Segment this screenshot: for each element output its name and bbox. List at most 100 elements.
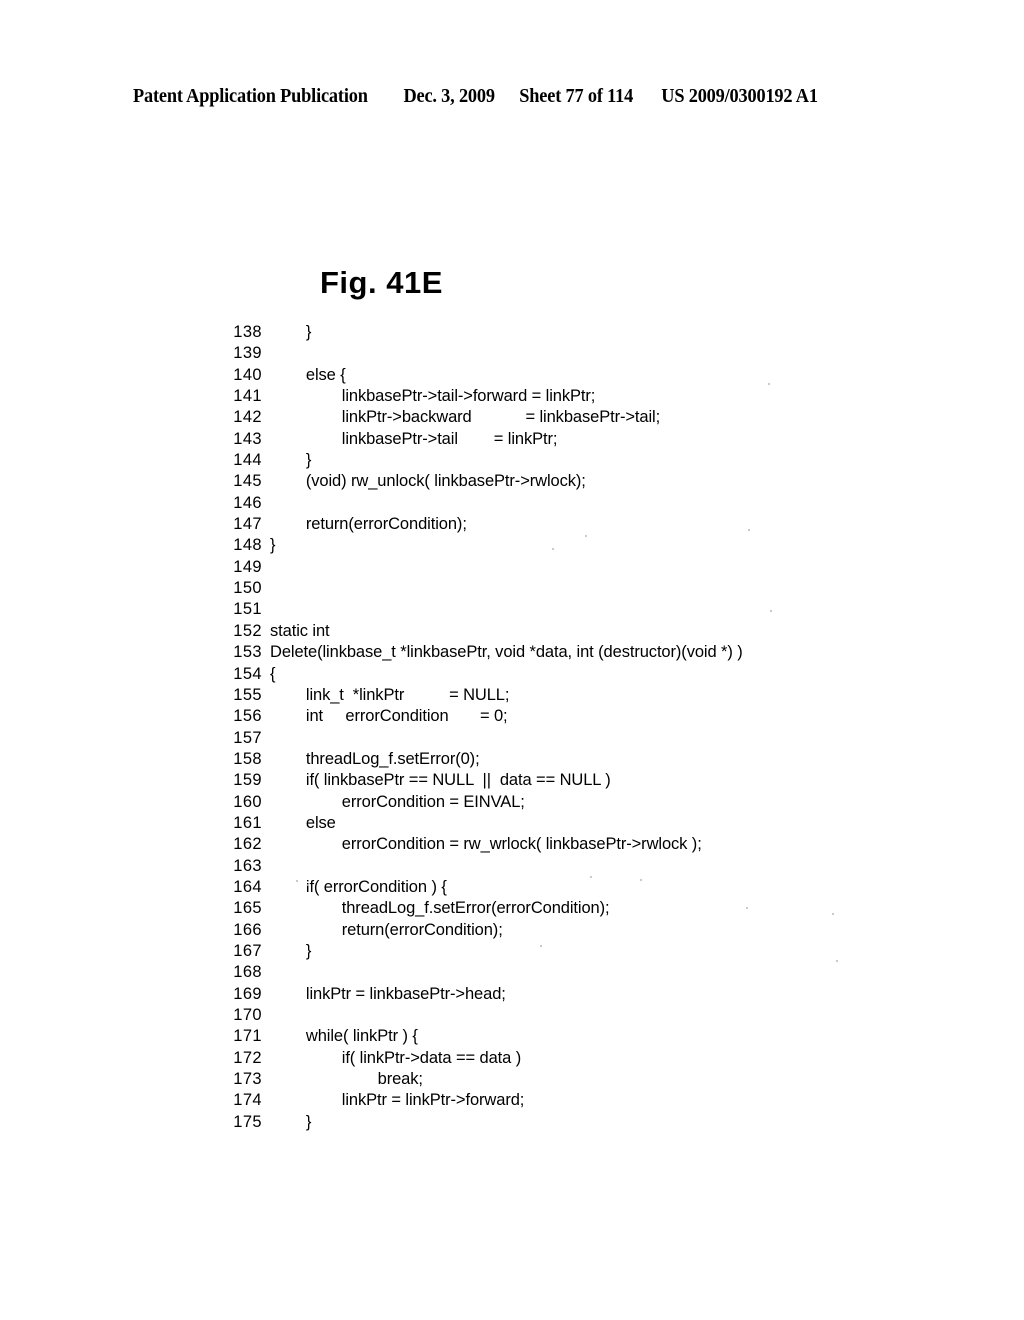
code-line: 144 } [218,450,918,471]
code-line: 138 } [218,322,918,343]
code-line-number: 167 [233,941,262,960]
code-line: 170 [218,1005,918,1026]
scan-speckle [768,383,770,385]
code-line-text: } [270,323,312,341]
code-line-number: 162 [233,835,262,854]
code-line: 157 [218,728,918,749]
code-line: 150 [218,578,918,599]
code-line: 175 } [218,1112,918,1133]
scan-speckle [296,880,298,882]
code-line-number: 164 [233,877,262,896]
code-line-text: return(errorCondition); [270,515,467,534]
scan-speckle [307,884,309,886]
code-line-text: if( linkPtr->data == data ) [270,1048,522,1067]
code-line-text: } [270,941,312,960]
code-line-text: (void) rw_unlock( linkbasePtr->rwlock); [270,472,586,491]
scan-speckle [836,960,838,962]
code-line-number: 156 [233,707,262,726]
code-line: 166 return(errorCondition); [218,920,918,941]
scan-speckle [640,879,642,881]
code-line-text: linkbasePtr->tail->forward = linkPtr; [270,387,596,406]
code-line-number: 142 [233,408,262,427]
code-line-text: if( errorCondition ) { [270,877,447,896]
code-line-number: 170 [233,1006,262,1024]
code-line: 158 threadLog_f.setError(0); [218,749,918,770]
code-line-number: 159 [233,771,262,790]
code-line-number: 171 [233,1027,262,1046]
scan-speckle [540,945,542,947]
code-line: 172 if( linkPtr->data == data ) [218,1048,918,1069]
code-line-number: 146 [233,493,262,512]
code-line-number: 166 [233,920,262,939]
scan-speckle [770,610,772,612]
code-line-number: 153 [233,643,262,662]
code-line-text: int errorCondition = 0; [270,707,508,726]
code-line-number: 172 [233,1048,262,1067]
header-patent-number-label: US 2009/0300192 A1 [661,86,818,107]
code-line-number: 141 [233,387,262,406]
code-line: 161 else [218,813,918,834]
code-line: 174 linkPtr = linkPtr->forward; [218,1090,918,1111]
code-line: 153 Delete(linkbase_t *linkbasePtr, void … [218,642,918,663]
scan-speckle [748,529,750,531]
figure-title: Fig. 41E [320,265,443,300]
code-line-number: 173 [233,1070,262,1089]
code-line: 140 else { [218,365,918,386]
code-line: 149 [218,557,918,578]
code-line: 154 { [218,664,918,685]
code-line: 159 if( linkbasePtr == NULL || data == N… [218,770,918,791]
code-line: 147 return(errorCondition); [218,514,918,535]
header-sheet-label: Sheet 77 of 114 [519,86,634,107]
code-line-number: 140 [233,365,262,384]
code-line: 160 errorCondition = EINVAL; [218,792,918,813]
code-line: 142 linkPtr->backward = linkbasePtr->tai… [218,407,918,428]
code-line: 163 [218,856,918,877]
code-line: 162 errorCondition = rw_wrlock( linkbase… [218,834,918,855]
code-line: 151 [218,599,918,620]
code-line-number: 175 [233,1112,262,1131]
code-line: 171 while( linkPtr ) { [218,1026,918,1047]
page-header: Patent Application Publication Dec. 3, 2… [133,86,847,112]
code-line-number: 168 [233,963,262,982]
code-line-text: linkbasePtr->tail = linkPtr; [270,429,558,448]
code-line: 173 break; [218,1069,918,1090]
code-line: 148} [218,535,918,556]
code-line-number: 155 [233,685,262,704]
code-line-text: errorCondition = EINVAL; [270,792,525,811]
code-line: 164 if( errorCondition ) { [218,877,918,898]
code-line: 156 int errorCondition = 0; [218,706,918,727]
header-date-label: Dec. 3, 2009 [403,86,495,107]
scan-speckle [552,548,554,550]
code-line: 155 link_t *linkPtr = NULL; [218,685,918,706]
code-line: 152 static int [218,621,918,642]
code-line-text: link_t *linkPtr = NULL; [270,685,510,704]
code-line-number: 169 [233,984,262,1003]
code-line-number: 147 [233,515,262,534]
code-line-number: 158 [233,749,262,768]
code-line-text: linkPtr->backward = linkbasePtr->tail; [270,408,661,427]
code-line-number: 149 [233,557,262,576]
code-line-number: 161 [233,813,262,832]
code-line-text: static int [270,621,330,640]
code-line: 169 linkPtr = linkbasePtr->head; [218,984,918,1005]
code-line-number: 152 [233,621,262,640]
code-line-number: 143 [233,429,262,448]
scan-speckle [585,535,587,537]
code-line-text: linkPtr = linkbasePtr->head; [270,984,506,1003]
code-listing: 138 } 139 140 else {141 linkbasePtr->tail-… [218,322,918,1133]
code-line-number: 160 [233,792,262,811]
code-line-number: 163 [233,856,262,875]
code-line: 146 [218,493,918,514]
code-line-number: 148 [233,536,262,555]
code-line-text: Delete(linkbase_t *linkbasePtr, void *da… [270,643,743,662]
code-line-text: else { [270,365,346,384]
code-line-number: 138 [233,323,262,341]
code-line-text: } [270,1112,312,1131]
code-line: 141 linkbasePtr->tail->forward = linkPtr… [218,386,918,407]
code-line: 165 threadLog_f.setError(errorCondition)… [218,898,918,919]
header-publication-label: Patent Application Publication [133,86,368,107]
code-line-text: threadLog_f.setError(errorCondition); [270,899,610,918]
code-line-number: 157 [233,728,262,747]
scan-speckle [746,907,748,909]
code-line: 167 } [218,941,918,962]
